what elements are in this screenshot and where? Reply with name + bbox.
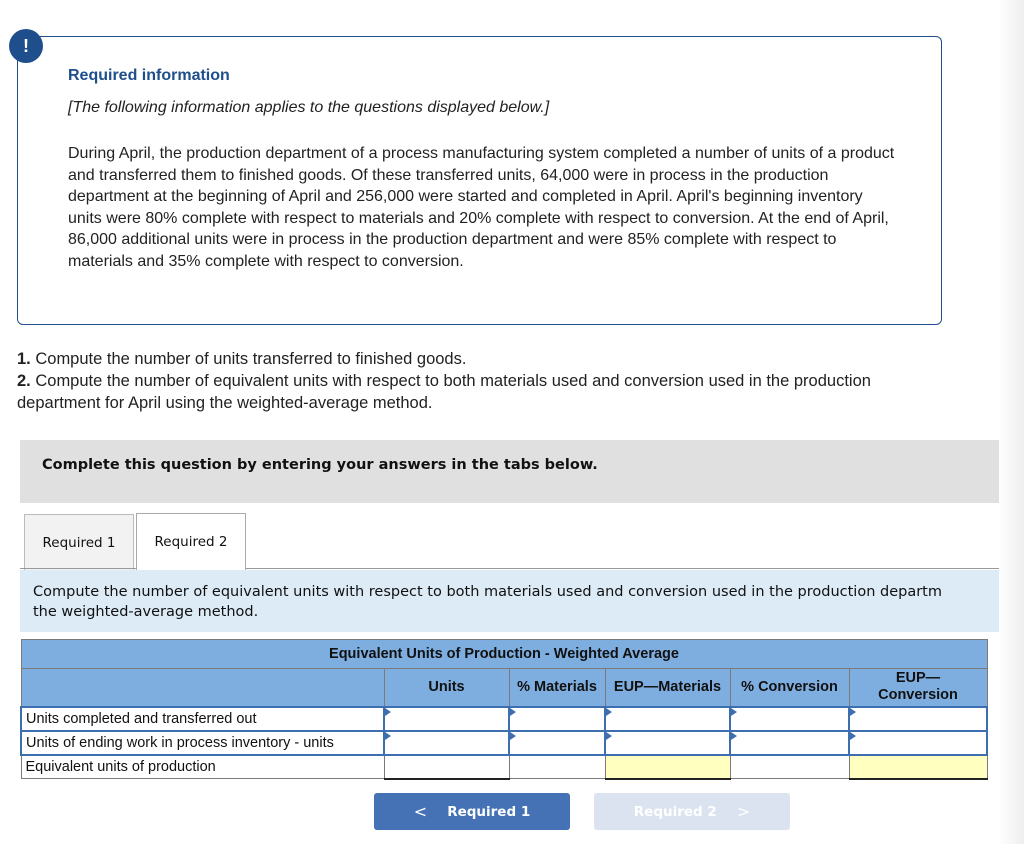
input-field[interactable] bbox=[850, 707, 986, 730]
cell-marker-icon bbox=[850, 731, 856, 740]
info-subtitle: [The following information applies to th… bbox=[68, 99, 550, 116]
eup-materials-completed-input[interactable] bbox=[604, 705, 731, 732]
row-label-ending-wip: Units of ending work in process inventor… bbox=[20, 729, 385, 756]
table-row: Equivalent units of production bbox=[20, 754, 988, 780]
input-field[interactable] bbox=[731, 731, 848, 754]
pct-materials-completed-input[interactable] bbox=[508, 705, 606, 732]
eup-materials-total-input[interactable] bbox=[604, 754, 731, 780]
cell-marker-icon bbox=[731, 707, 737, 716]
eup-materials-ending-wip-input[interactable] bbox=[604, 729, 731, 756]
prev-button-label: Required 1 bbox=[447, 803, 531, 820]
page-edge-shade bbox=[998, 0, 1024, 844]
prev-required-1-button[interactable]: < Required 1 bbox=[374, 793, 570, 830]
pct-conversion-total-cell bbox=[729, 754, 850, 779]
table-title: Equivalent Units of Production - Weighte… bbox=[20, 639, 988, 669]
instruction-text: Complete this question by entering your … bbox=[42, 457, 598, 473]
row-label-total-eup: Equivalent units of production bbox=[20, 754, 385, 779]
input-field[interactable] bbox=[385, 707, 508, 730]
cell-marker-icon bbox=[510, 731, 516, 740]
eup-conversion-ending-wip-input[interactable] bbox=[848, 729, 988, 756]
units-ending-wip-input[interactable] bbox=[383, 729, 510, 756]
input-field[interactable] bbox=[849, 755, 987, 778]
column-header-text: EUP— Conversion bbox=[878, 670, 958, 704]
input-field[interactable] bbox=[510, 731, 604, 754]
input-field[interactable] bbox=[606, 707, 729, 730]
questions-list: 1. Compute the number of units transferr… bbox=[17, 348, 917, 414]
pct-materials-total-cell bbox=[508, 754, 606, 779]
input-field[interactable] bbox=[606, 731, 729, 754]
column-header-eup-conversion: EUP— Conversion bbox=[848, 668, 988, 707]
tab-required-1[interactable]: Required 1 bbox=[24, 514, 134, 570]
question-text: Compute the number of units transferred … bbox=[30, 350, 467, 368]
question-prompt: Compute the number of equivalent units w… bbox=[20, 570, 999, 632]
next-required-2-button[interactable]: Required 2 > bbox=[594, 793, 790, 830]
table-row: Units of ending work in process inventor… bbox=[20, 729, 988, 756]
column-header-eup-materials: EUP—Materials bbox=[604, 668, 731, 707]
prompt-text: Compute the number of equivalent units w… bbox=[33, 582, 999, 622]
column-header-pct-materials: % Materials bbox=[508, 668, 606, 707]
question-2: 2. Compute the number of equivalent unit… bbox=[17, 370, 917, 414]
column-header-pct-conversion: % Conversion bbox=[729, 668, 850, 707]
question-number: 1. bbox=[17, 350, 31, 368]
tab-label: Required 1 bbox=[42, 534, 116, 551]
pct-materials-ending-wip-input[interactable] bbox=[508, 729, 606, 756]
info-title: Required information bbox=[68, 67, 230, 84]
chevron-right-icon: > bbox=[736, 802, 751, 821]
input-field[interactable] bbox=[384, 755, 509, 778]
cell-marker-icon bbox=[385, 707, 391, 716]
input-field[interactable] bbox=[605, 755, 730, 778]
cell-marker-icon bbox=[385, 731, 391, 740]
cell-marker-icon bbox=[850, 707, 856, 716]
input-field[interactable] bbox=[731, 707, 848, 730]
input-field[interactable] bbox=[385, 731, 508, 754]
tab-required-2[interactable]: Required 2 bbox=[136, 513, 246, 570]
input-field[interactable] bbox=[850, 731, 986, 754]
input-field[interactable] bbox=[510, 707, 604, 730]
row-label-completed: Units completed and transferred out bbox=[20, 705, 385, 732]
tab-label: Required 2 bbox=[154, 534, 228, 550]
eup-conversion-total-input[interactable] bbox=[848, 754, 988, 780]
cell-marker-icon bbox=[606, 731, 612, 740]
prompt-line-2: the weighted-average method. bbox=[33, 604, 259, 620]
cell-marker-icon bbox=[510, 707, 516, 716]
question-1: 1. Compute the number of units transferr… bbox=[17, 348, 917, 370]
eup-table: Equivalent Units of Production - Weighte… bbox=[20, 639, 988, 780]
column-header-units: Units bbox=[383, 668, 510, 707]
prompt-line-1: Compute the number of equivalent units w… bbox=[33, 584, 942, 600]
required-information-box: Required information [The following info… bbox=[17, 36, 942, 325]
table-row: Units completed and transferred out bbox=[20, 705, 988, 732]
cell-marker-icon bbox=[606, 707, 612, 716]
pct-conversion-completed-input[interactable] bbox=[729, 705, 850, 732]
eup-table-container: Equivalent Units of Production - Weighte… bbox=[20, 639, 988, 780]
units-completed-input[interactable] bbox=[383, 705, 510, 732]
chevron-left-icon: < bbox=[413, 802, 428, 821]
info-body: During April, the production department … bbox=[68, 145, 895, 270]
question-number: 2. bbox=[17, 372, 31, 390]
next-button-label: Required 2 bbox=[633, 803, 717, 820]
eup-conversion-completed-input[interactable] bbox=[848, 705, 988, 732]
units-total-input[interactable] bbox=[383, 754, 510, 780]
question-text: Compute the number of equivalent units w… bbox=[17, 372, 871, 412]
column-header-label bbox=[20, 668, 385, 707]
cell-marker-icon bbox=[731, 731, 737, 740]
table-header-row: Units % Materials EUP—Materials % Conver… bbox=[20, 668, 988, 707]
instruction-bar: Complete this question by entering your … bbox=[20, 440, 999, 503]
pct-conversion-ending-wip-input[interactable] bbox=[729, 729, 850, 756]
